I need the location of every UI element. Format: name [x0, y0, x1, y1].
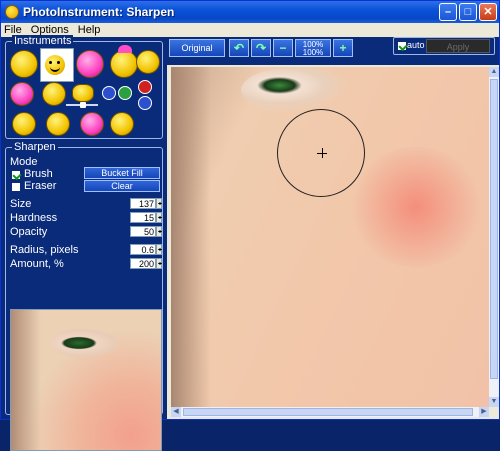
opacity-label: Opacity [10, 226, 48, 238]
brush-label: Brush [24, 168, 53, 180]
bucket-fill-button[interactable]: Bucket Fill [84, 167, 160, 179]
tool-cool-smiley-icon[interactable] [136, 50, 160, 74]
left-panel: Instruments Sharpen Mode Brush Bucket Fi… [1, 35, 167, 451]
tool-sharpen-selected[interactable] [40, 48, 74, 82]
mode-label: Mode [10, 156, 38, 168]
auto-checkbox[interactable] [398, 42, 406, 50]
radius-label: Radius, pixels [10, 244, 79, 256]
tool-slider[interactable] [66, 102, 98, 108]
image-canvas[interactable] [171, 67, 489, 407]
vertical-scrollbar[interactable]: ▲ ▼ [489, 67, 499, 407]
vertical-scroll-thumb[interactable] [490, 79, 498, 379]
size-spinner[interactable] [156, 198, 162, 209]
size-label: Size [10, 198, 32, 210]
scroll-right-arrow-icon[interactable]: ▶ [479, 407, 489, 417]
face-shadow [171, 67, 211, 407]
tool-pink-smiley-icon[interactable] [76, 50, 104, 78]
instruments-group: Instruments [5, 35, 163, 139]
eraser-label: Eraser [24, 180, 57, 192]
hardness-label: Hardness [10, 212, 58, 224]
menu-bar: File Options Help [1, 23, 499, 37]
tool-wink-smiley-icon[interactable] [46, 112, 70, 136]
preview-eye [51, 328, 121, 358]
tool-brush-icon[interactable] [10, 82, 34, 106]
zoom-in-icon[interactable]: + [333, 39, 353, 57]
title-bar: PhotoInstrument: Sharpen – □ ✕ [1, 1, 499, 23]
radius-spinner[interactable] [156, 244, 162, 255]
zoom-level-button[interactable]: 100% 100% [295, 39, 331, 57]
opacity-spinner[interactable] [156, 226, 162, 237]
zoom-out-icon[interactable]: − [273, 39, 293, 57]
app-window: PhotoInstrument: Sharpen – □ ✕ File Opti… [0, 0, 500, 451]
tool-badge [118, 45, 132, 53]
tool-pink-happy-icon[interactable] [80, 112, 104, 136]
auto-label: auto [407, 40, 425, 50]
amount-spinner[interactable] [156, 258, 162, 269]
sharpen-group-title: Sharpen [12, 141, 58, 153]
tool-blue-channel-icon[interactable] [138, 96, 152, 110]
instruments-group-title: Instruments [12, 35, 74, 47]
preview-shadow [11, 310, 41, 450]
menu-help[interactable]: Help [75, 23, 104, 37]
undo-icon[interactable]: ↶ [229, 39, 249, 57]
eye-region [241, 67, 351, 113]
app-icon [5, 5, 19, 19]
hardness-spinner[interactable] [156, 212, 162, 223]
window-title: PhotoInstrument: Sharpen [23, 5, 175, 19]
clear-button[interactable]: Clear [84, 180, 160, 192]
tool-hat-smiley-icon[interactable] [12, 112, 36, 136]
maximize-button[interactable]: □ [459, 3, 477, 21]
scroll-left-arrow-icon[interactable]: ◀ [171, 407, 181, 417]
redo-icon[interactable]: ↷ [251, 39, 271, 57]
preview-thumbnail[interactable] [10, 309, 162, 451]
minimize-button[interactable]: – [439, 3, 457, 21]
size-input[interactable]: 137 [130, 198, 156, 209]
eraser-checkbox[interactable] [12, 183, 20, 191]
tool-group-smiley-icon[interactable] [110, 45, 138, 78]
horizontal-scroll-thumb[interactable] [183, 408, 473, 416]
amount-input[interactable]: 200 [130, 258, 156, 269]
tool-smiley-icon[interactable] [10, 50, 38, 78]
cheek-blush [346, 147, 486, 267]
close-button[interactable]: ✕ [479, 3, 497, 21]
amount-label: Amount, % [10, 258, 64, 270]
tool-red-channel-icon[interactable] [138, 80, 152, 94]
tool-sad-smiley-icon[interactable] [110, 112, 134, 136]
zoom-bottom-text: 100% [302, 48, 324, 57]
tool-rgb-icon[interactable] [102, 86, 116, 100]
opacity-input[interactable]: 50 [130, 226, 156, 237]
original-button[interactable]: Original [169, 39, 225, 57]
tool-sleepy-smiley-icon[interactable] [42, 82, 66, 106]
hardness-input[interactable]: 15 [130, 212, 156, 223]
apply-button[interactable]: Apply [426, 39, 490, 53]
horizontal-scrollbar[interactable]: ◀ ▶ [171, 407, 489, 417]
brush-cursor [277, 109, 365, 197]
scroll-down-arrow-icon[interactable]: ▼ [489, 397, 499, 407]
radius-input[interactable]: 0.6 [130, 244, 156, 255]
sharpen-icon [45, 55, 65, 75]
top-toolbar: Original ↶ ↷ − 100% 100% + auto Apply [167, 37, 499, 65]
apply-group: auto Apply [393, 37, 495, 55]
tool-eyes-icon[interactable] [72, 84, 94, 102]
brush-checkbox[interactable] [12, 171, 20, 179]
tool-rgb-green-icon[interactable] [118, 86, 132, 100]
scroll-up-arrow-icon[interactable]: ▲ [489, 67, 499, 77]
